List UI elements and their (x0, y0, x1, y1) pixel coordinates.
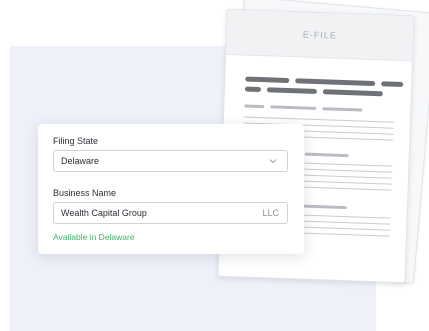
doc-subheading-line (302, 204, 347, 210)
document-title: E-FILE (302, 29, 338, 41)
doc-text-line (304, 162, 393, 167)
chevron-down-icon (269, 159, 277, 164)
business-name-input[interactable]: Wealth Capital Group LLC (53, 202, 288, 224)
doc-subheading-line (244, 104, 265, 109)
doc-text-line (301, 232, 390, 237)
doc-text-line (243, 116, 394, 123)
document-header: E-FILE (226, 9, 414, 62)
doc-text-line (303, 186, 392, 191)
doc-subheading-line (322, 107, 363, 112)
doc-heading-line (245, 76, 290, 84)
doc-text-line (302, 220, 391, 225)
doc-heading-line (295, 78, 376, 87)
business-name-value: Wealth Capital Group (61, 208, 147, 218)
doc-text-line (302, 214, 391, 219)
doc-text-line (303, 174, 392, 179)
doc-text-line (304, 168, 393, 173)
entity-suffix: LLC (262, 208, 279, 218)
doc-heading-line (322, 89, 383, 97)
doc-text-line (303, 180, 392, 185)
doc-subheading-line (304, 152, 349, 158)
business-form-card: Filing State Delaware Business Name Weal… (38, 124, 304, 254)
illustration-stage: E-FILE Filing State Delaware Business Na… (0, 0, 429, 331)
doc-subheading-line (270, 105, 317, 110)
filing-state-value: Delaware (61, 156, 100, 166)
availability-status: Available in Delaware (53, 232, 135, 242)
doc-heading-line (244, 86, 262, 93)
doc-heading-line (266, 87, 317, 94)
filing-state-select[interactable]: Delaware (53, 150, 288, 172)
doc-heading-line (381, 81, 404, 88)
business-name-label: Business Name (53, 188, 117, 198)
doc-text-line (302, 226, 391, 231)
filing-state-label: Filing State (53, 136, 99, 146)
